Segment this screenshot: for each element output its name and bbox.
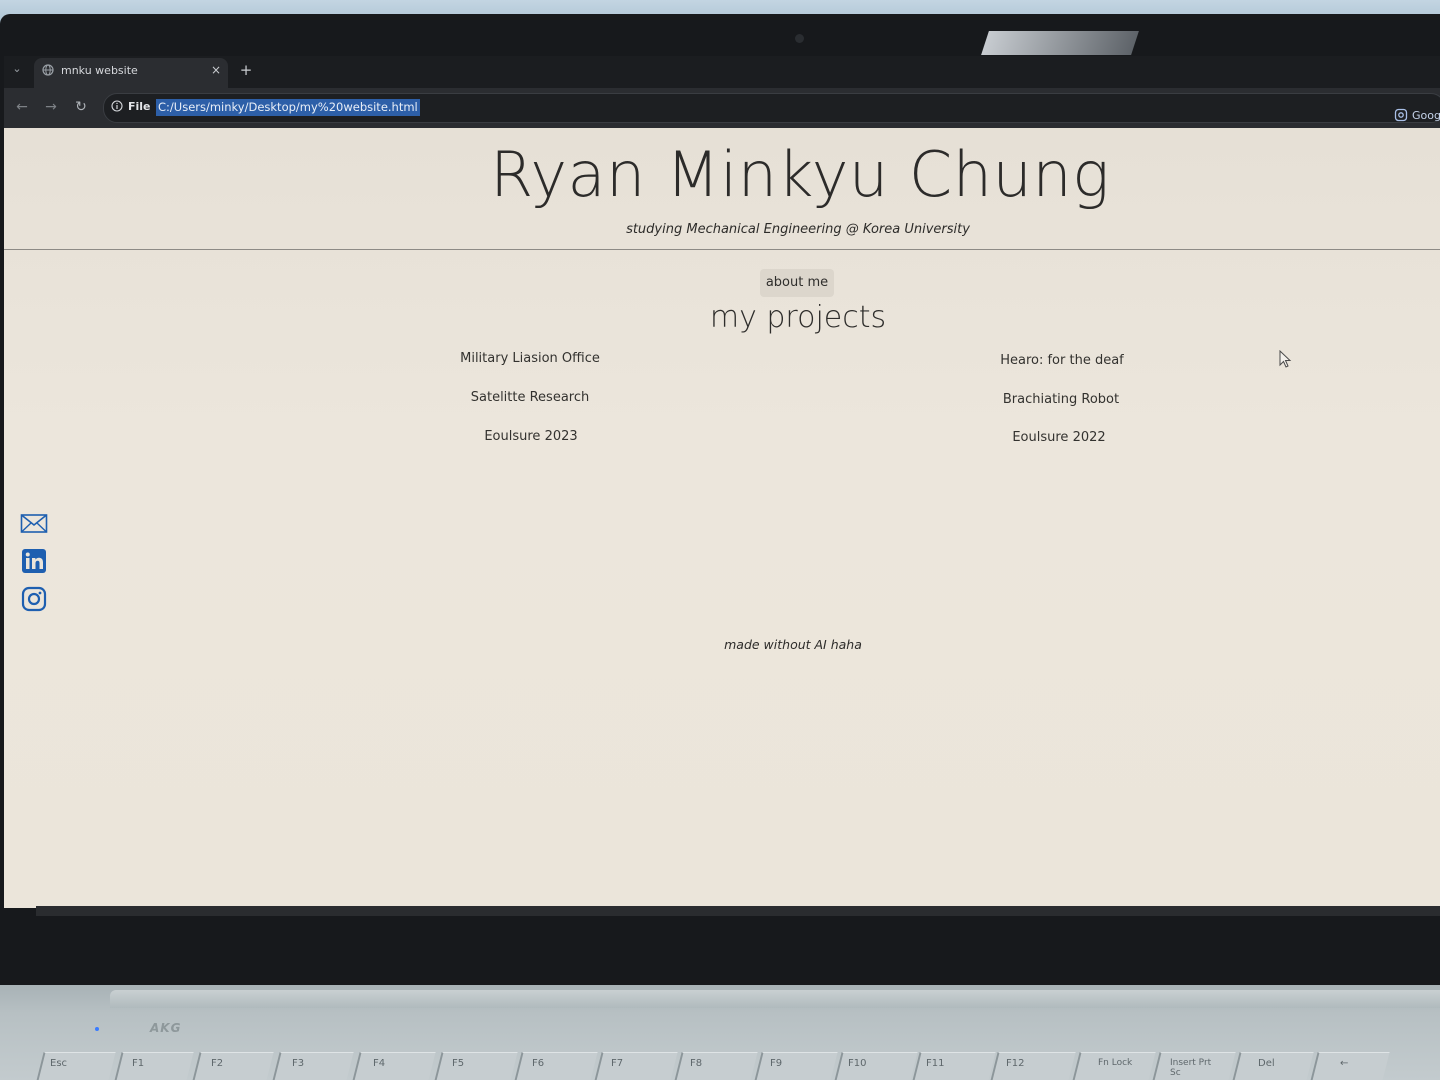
site-title: Ryan Minkyu Chung [490,138,1110,211]
tab-title: mnku website [61,64,138,77]
site-info-icon[interactable] [111,100,123,112]
instagram-icon[interactable] [20,585,48,613]
mail-icon[interactable] [20,510,48,538]
key-f6 [514,1052,598,1080]
close-tab-icon[interactable]: × [209,63,223,77]
key-esc [36,1052,116,1080]
project-link-eoulsure-2023[interactable]: Eoulsure 2023 [431,429,631,444]
webcam [795,34,804,43]
file-chip: File [128,100,151,113]
key-f3 [272,1052,354,1080]
key-label-f3: F3 [292,1058,305,1069]
project-link-hearo[interactable]: Hearo: for the deaf [962,353,1162,368]
key-label-f8: F8 [690,1058,703,1069]
status-led [95,1027,99,1031]
page-viewport [4,128,1440,908]
key-label-f6: F6 [532,1058,545,1069]
site-subtitle: studying Mechanical Engineering @ Korea … [626,222,970,237]
mouse-cursor-icon [1279,350,1292,368]
key-f5 [434,1052,518,1080]
back-icon[interactable]: ← [12,97,32,117]
key-f11 [912,1052,996,1080]
key-label-f2: F2 [211,1058,224,1069]
reflection-glare [981,31,1139,55]
key-backspace [1310,1052,1390,1080]
footer-note: made without AI haha [724,637,862,652]
key-f8 [674,1052,758,1080]
header-divider [4,249,1440,250]
key-f4 [352,1052,436,1080]
linkedin-icon[interactable] [20,547,48,575]
new-tab-button[interactable]: + [238,61,254,79]
key-label-f12: F12 [1006,1058,1025,1069]
project-link-satellite-research[interactable]: Satelitte Research [430,390,630,405]
key-f12 [990,1052,1076,1080]
key-label-f11: F11 [926,1058,945,1069]
key-label-f9: F9 [770,1058,783,1069]
key-label-fn-lock: Fn Lock [1098,1058,1133,1068]
tab-search-icon[interactable]: ⌄ [8,60,26,78]
akg-logo: AKG [150,1021,182,1035]
project-link-military-liaison[interactable]: Military Liasion Office [430,351,630,366]
key-f2 [192,1052,274,1080]
key-label-insert: Insert Prt Sc [1170,1058,1212,1078]
key-label-del: Del [1258,1058,1275,1069]
key-f1 [114,1052,194,1080]
project-link-brachiating-robot[interactable]: Brachiating Robot [961,392,1161,407]
key-label-esc: Esc [50,1058,68,1069]
google-lens-label[interactable]: Goog [1412,109,1440,122]
key-f10 [834,1052,918,1080]
key-label-f4: F4 [373,1058,386,1069]
key-label-f7: F7 [611,1058,624,1069]
laptop-hinge [110,990,1440,1008]
key-label-f10: F10 [848,1058,867,1069]
url-text[interactable]: C:/Users/minky/Desktop/my%20website.html [156,99,420,116]
reload-icon[interactable]: ↻ [71,97,91,117]
key-label-f1: F1 [132,1058,145,1069]
key-f7 [594,1052,678,1080]
google-lens-icon[interactable] [1394,108,1408,122]
project-link-eoulsure-2022[interactable]: Eoulsure 2022 [959,430,1159,445]
about-me-button[interactable]: about me [760,269,834,297]
key-f9 [754,1052,838,1080]
forward-icon[interactable]: → [41,97,61,117]
key-label-f5: F5 [452,1058,465,1069]
projects-heading: my projects [709,300,887,335]
key-label-backspace: ← [1340,1058,1349,1069]
globe-icon [42,64,54,76]
screen-bottom-edge [36,906,1440,916]
